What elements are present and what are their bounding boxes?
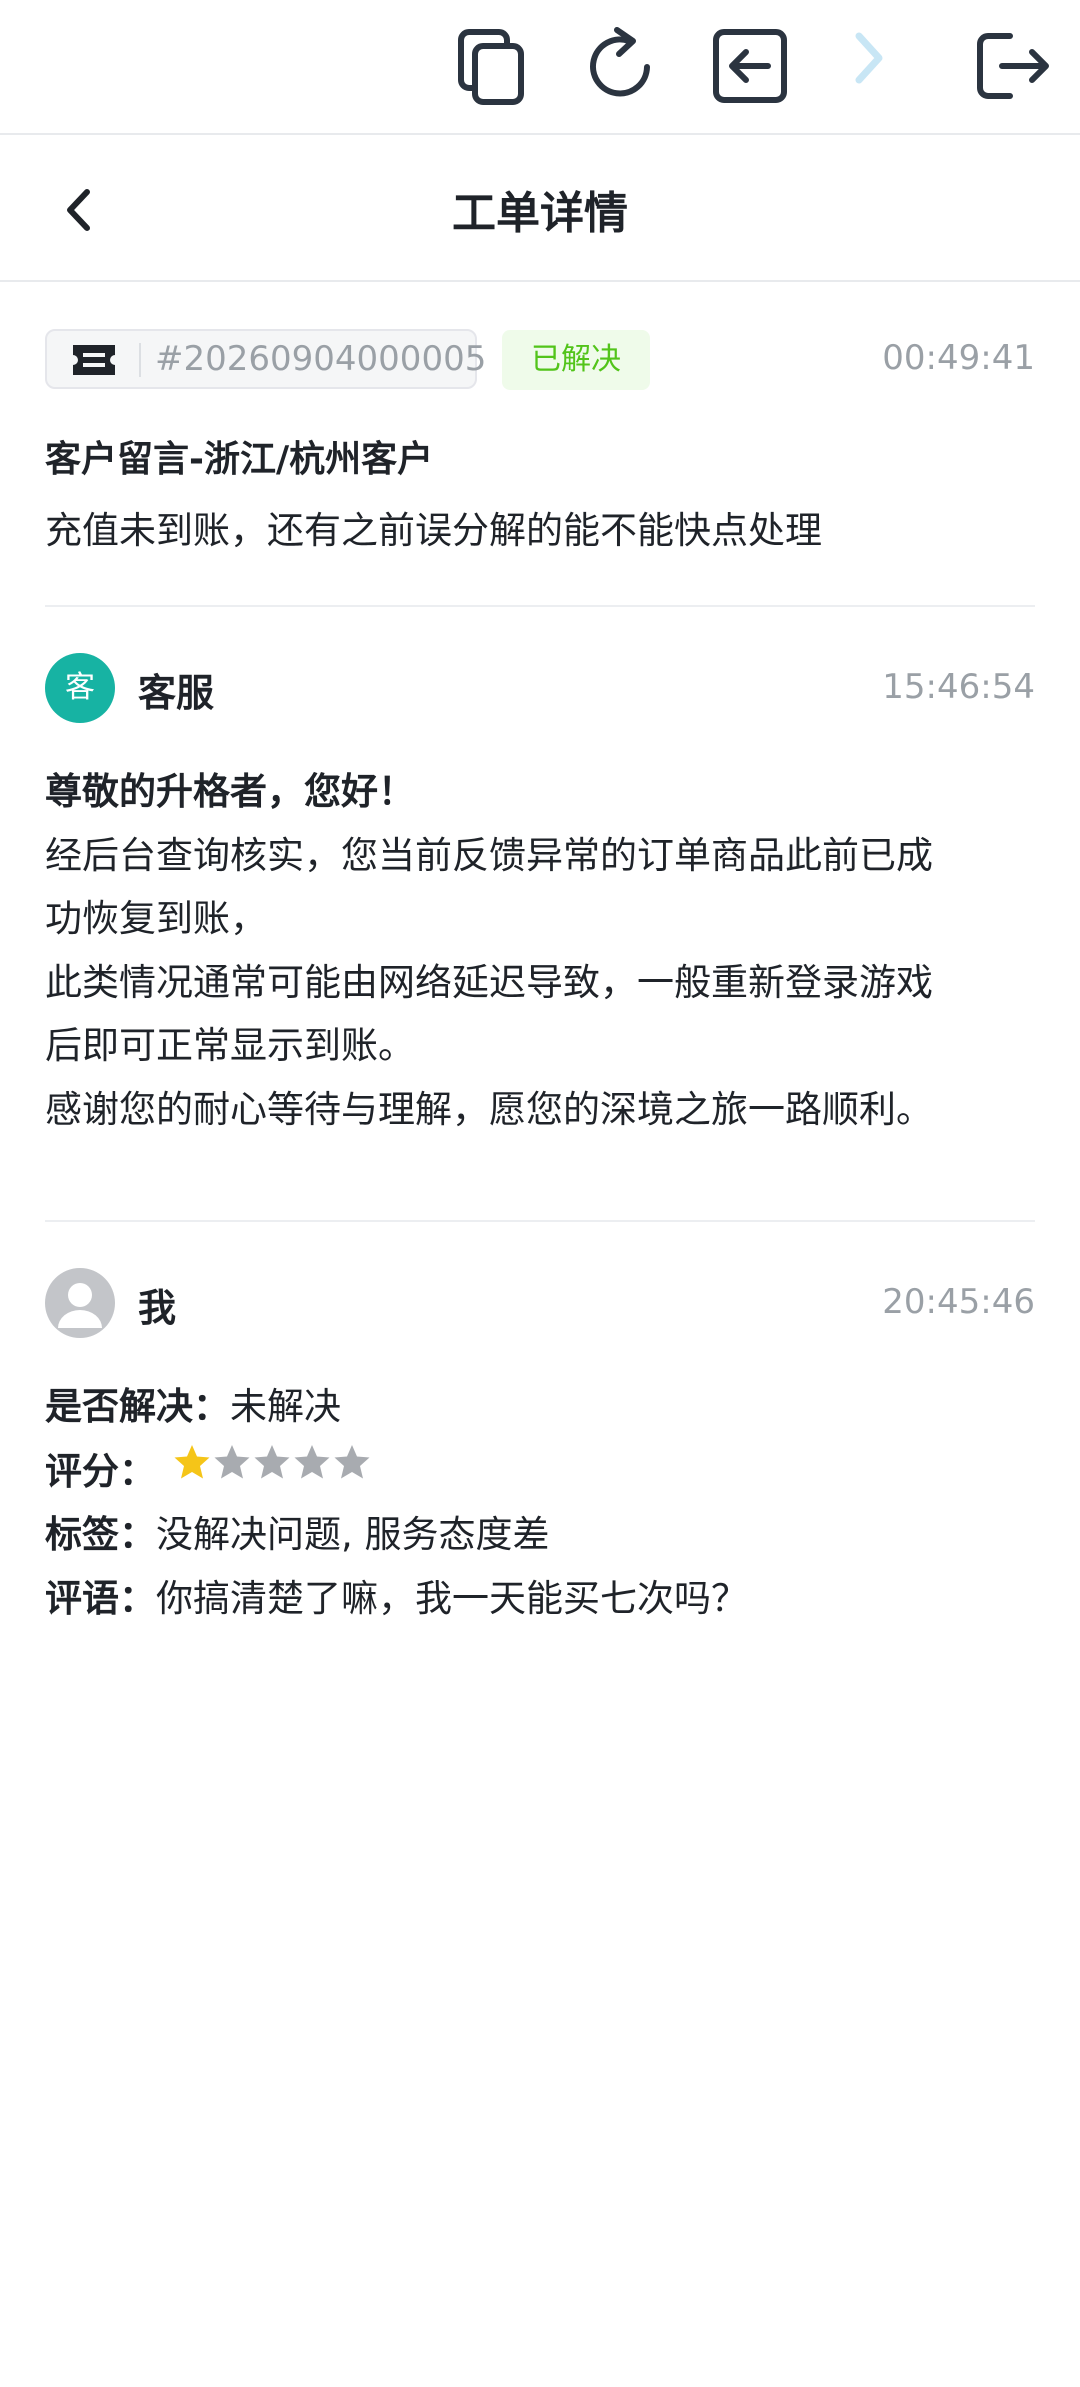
- reply-content: 尊敬的升格者，您好！ 经后台查询核实，您当前反馈异常的订单商品此前已成 功恢复到…: [45, 760, 1040, 1141]
- resolved-row: 是否解决：未解决: [45, 1376, 341, 1430]
- ticket-time: 00:49:41: [882, 338, 1035, 378]
- rating-label: 评分：: [45, 1450, 156, 1493]
- reply-time: 15:46:54: [882, 667, 1035, 707]
- avatar: 客: [45, 653, 115, 723]
- ticket-icon: [73, 345, 115, 375]
- reply-line: 后即可正常显示到账。: [45, 1024, 415, 1067]
- feedback-sender: 我: [138, 1286, 177, 1330]
- rating-row: 评分：: [45, 1441, 156, 1495]
- resolved-value: 未解决: [230, 1385, 341, 1428]
- divider: [45, 605, 1035, 607]
- resolved-label: 是否解决：: [45, 1385, 230, 1428]
- reply-line: 经后台查询核实，您当前反馈异常的订单商品此前已成: [45, 833, 933, 877]
- divider: [45, 1220, 1035, 1222]
- copy-icon[interactable]: [447, 22, 537, 112]
- forward-icon[interactable]: [825, 22, 915, 112]
- star-icon: [254, 1445, 290, 1479]
- user-icon: [58, 1283, 102, 1328]
- comment-row: 评语：你搞清楚了嘛，我一天能买七次吗？: [45, 1568, 748, 1622]
- refresh-icon[interactable]: [577, 22, 667, 112]
- reply-greeting: 尊敬的升格者，您好！: [45, 770, 415, 813]
- star-icon: [174, 1445, 210, 1479]
- page-title: 工单详情: [452, 188, 628, 239]
- avatar: [45, 1268, 115, 1338]
- tags-row: 标签：没解决问题, 服务态度差: [45, 1504, 550, 1558]
- reply-sender: 客服: [138, 671, 215, 715]
- comment-label: 评语：: [45, 1577, 156, 1620]
- reply-line: 感谢您的耐心等待与理解，愿您的深境之旅一路顺利。: [45, 1087, 933, 1131]
- exit-icon[interactable]: [966, 22, 1056, 112]
- star-rating: [172, 1442, 372, 1482]
- tags-label: 标签：: [45, 1513, 156, 1556]
- star-icon: [214, 1445, 250, 1479]
- back-box-icon[interactable]: [706, 22, 796, 112]
- ticket-title: 客户留言-浙江/杭州客户: [45, 439, 434, 480]
- ticket-message: 充值未到账，还有之前误分解的能不能快点处理: [45, 509, 822, 552]
- comment-value: 你搞清楚了嘛，我一天能买七次吗？: [156, 1577, 748, 1620]
- ticket-number-chip[interactable]: #20260904000005: [45, 329, 486, 389]
- star-icon: [334, 1445, 370, 1479]
- tags-value: 没解决问题, 服务态度差: [156, 1513, 550, 1556]
- chip-divider: [139, 343, 141, 377]
- page-header: 工单详情: [0, 135, 1080, 282]
- status-badge: 已解决: [502, 330, 650, 390]
- reply-line: 功恢复到账，: [45, 897, 267, 940]
- reply-line: 此类情况通常可能由网络延迟导致，一般重新登录游戏: [45, 960, 933, 1004]
- feedback-time: 20:45:46: [882, 1282, 1035, 1322]
- top-toolbar: [0, 0, 1080, 135]
- star-icon: [294, 1445, 330, 1479]
- ticket-number: #20260904000005: [155, 339, 487, 379]
